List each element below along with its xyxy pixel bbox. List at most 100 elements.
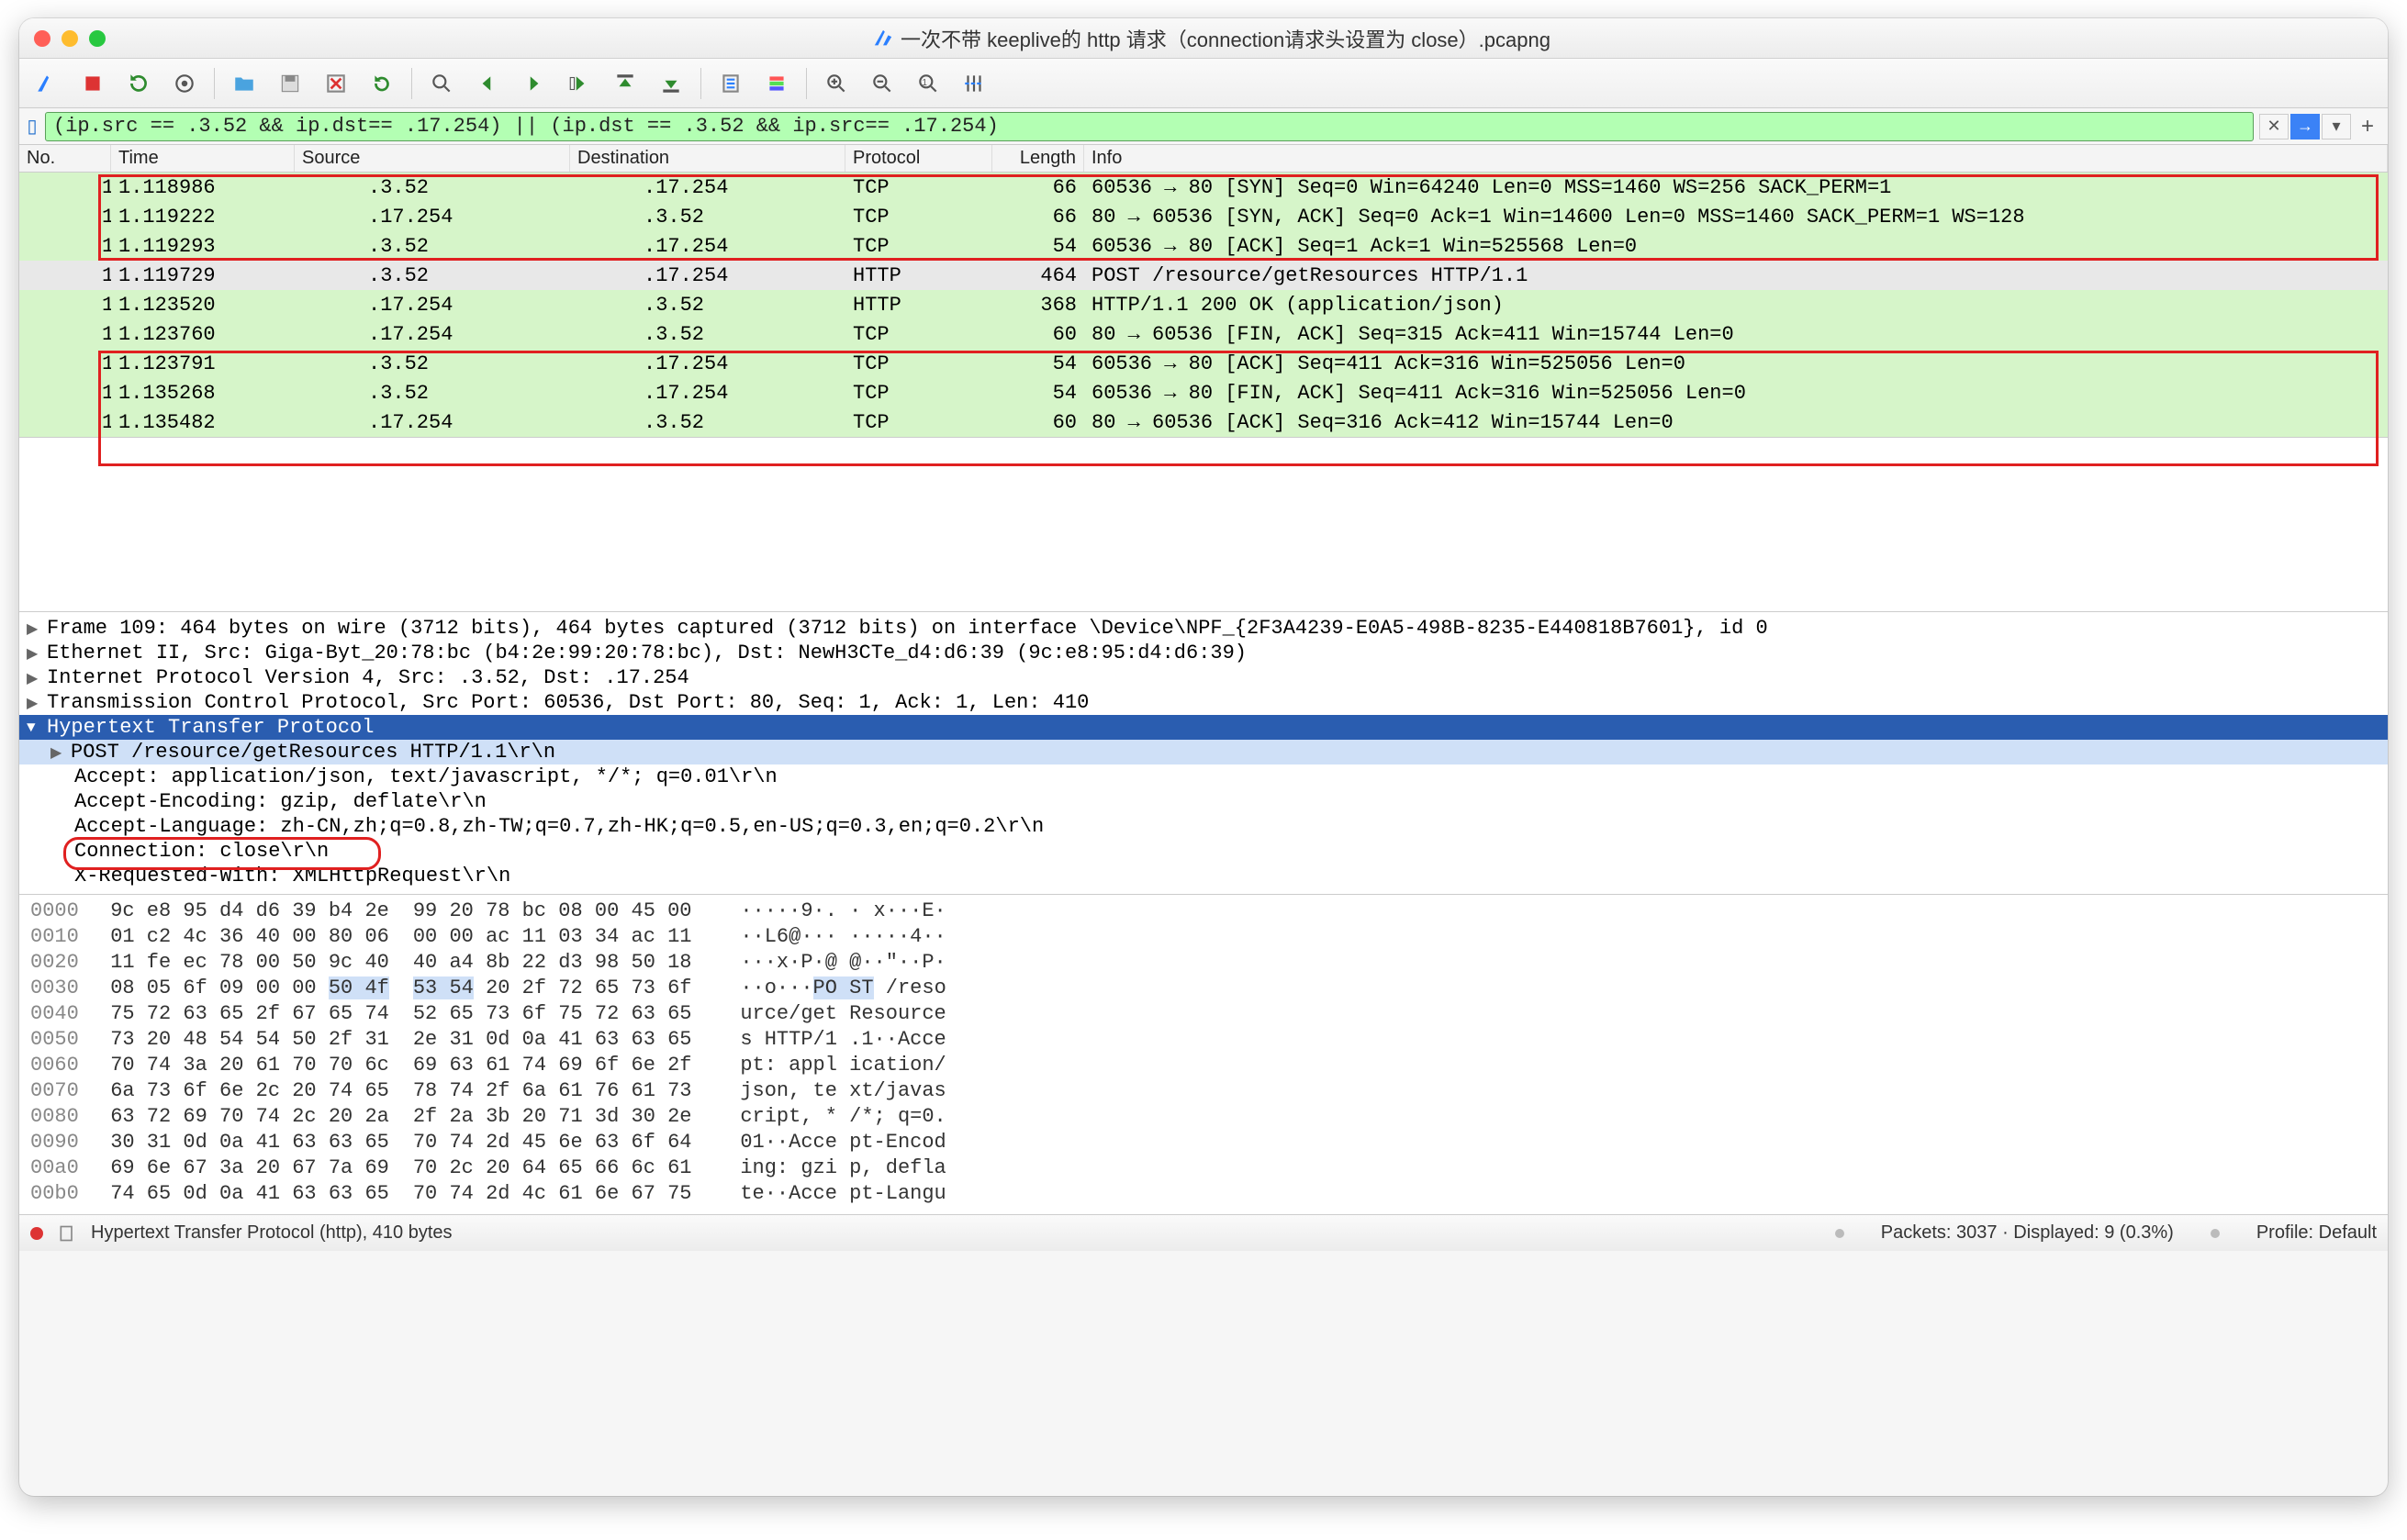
svg-text:1: 1 (923, 78, 927, 88)
status-profile[interactable]: Profile: Default (2256, 1222, 2377, 1244)
close-file-button[interactable] (316, 65, 356, 102)
close-icon[interactable] (34, 30, 50, 47)
detail-ip[interactable]: ▶Internet Protocol Version 4, Src: .3.52… (19, 665, 2388, 690)
status-bar: Hypertext Transfer Protocol (http), 410 … (19, 1214, 2388, 1251)
table-row[interactable]: 1211.135482.17.254.3.52TCP6080 → 60536 [… (19, 407, 2388, 437)
detail-http-accept-encoding[interactable]: Accept-Encoding: gzip, deflate\r\n (19, 789, 2388, 814)
autoscroll-button[interactable] (711, 65, 751, 102)
table-row[interactable]: 1121.123791.3.52.17.254TCP5460536 → 80 [… (19, 349, 2388, 378)
hex-row[interactable]: 0090 30 31 0d 0a 41 63 63 6570 74 2d 45 … (30, 1130, 2377, 1155)
reload-icon (370, 72, 394, 95)
status-dot-icon (1835, 1229, 1844, 1238)
filter-bar: ▯ (ip.src == .3.52 && ip.dst== .17.254) … (19, 108, 2388, 145)
capture-options-button[interactable] (164, 65, 205, 102)
last-packet-button[interactable] (651, 65, 691, 102)
clear-filter-button[interactable]: ✕ (2259, 114, 2289, 139)
packet-list-empty (19, 438, 2388, 612)
zoom-reset-icon: 1 (916, 72, 940, 95)
main-toolbar: 1 (19, 59, 2388, 108)
goto-packet-button[interactable] (559, 65, 599, 102)
go-back-button[interactable] (467, 65, 508, 102)
titlebar[interactable]: 一次不带 keeplive的 http 请求（connection请求头设置为 … (19, 18, 2388, 59)
packet-details-pane[interactable]: ▶Frame 109: 464 bytes on wire (3712 bits… (19, 612, 2388, 895)
display-filter-input[interactable]: (ip.src == .3.52 && ip.dst== .17.254) ||… (45, 112, 2254, 141)
detail-frame[interactable]: ▶Frame 109: 464 bytes on wire (3712 bits… (19, 616, 2388, 641)
reload-button[interactable] (362, 65, 402, 102)
table-row[interactable]: 1201.135268.3.52.17.254TCP5460536 → 80 [… (19, 378, 2388, 407)
hex-row[interactable]: 0070 6a 73 6f 6e 2c 20 74 6578 74 2f 6a … (30, 1078, 2377, 1104)
detail-http-accept[interactable]: Accept: application/json, text/javascrip… (19, 764, 2388, 789)
hex-row[interactable]: 0000 9c e8 95 d4 d6 39 b4 2e99 20 78 bc … (30, 898, 2377, 924)
table-row[interactable]: 1101.123520.17.254.3.52HTTP368HTTP/1.1 2… (19, 290, 2388, 319)
stop-icon (81, 72, 105, 95)
minimize-icon[interactable] (62, 30, 78, 47)
collapse-icon[interactable]: ▼ (27, 720, 47, 736)
detail-http-x-requested-with[interactable]: X-Requested-With: XMLHttpRequest\r\n (19, 864, 2388, 888)
colorize-button[interactable] (756, 65, 797, 102)
col-info[interactable]: Info (1084, 145, 2388, 172)
hex-row[interactable]: 0050 73 20 48 54 54 50 2f 312e 31 0d 0a … (30, 1027, 2377, 1053)
expand-icon[interactable]: ▶ (27, 669, 47, 687)
packet-list-body[interactable]: 1061.118986.3.52.17.254TCP6660536 → 80 [… (19, 173, 2388, 437)
shark-fin-icon (35, 72, 59, 95)
zoom-reset-button[interactable]: 1 (908, 65, 948, 102)
detail-ethernet[interactable]: ▶Ethernet II, Src: Giga-Byt_20:78:bc (b4… (19, 641, 2388, 665)
apply-filter-button[interactable]: → (2290, 114, 2320, 139)
table-row[interactable]: 1071.119222.17.254.3.52TCP6680 → 60536 [… (19, 202, 2388, 231)
save-button[interactable] (270, 65, 310, 102)
capture-file-icon[interactable] (58, 1224, 76, 1243)
save-icon (278, 72, 302, 95)
find-button[interactable] (421, 65, 462, 102)
zoom-out-button[interactable] (862, 65, 902, 102)
col-no[interactable]: No. (19, 145, 111, 172)
packet-list-pane[interactable]: No. Time Source Destination Protocol Len… (19, 145, 2388, 438)
restart-capture-button[interactable] (118, 65, 159, 102)
resize-columns-button[interactable] (954, 65, 994, 102)
expand-icon[interactable]: ▶ (27, 694, 47, 712)
zoom-icon[interactable] (89, 30, 106, 47)
detail-http-accept-language[interactable]: Accept-Language: zh-CN,zh;q=0.8,zh-TW;q=… (19, 814, 2388, 839)
col-time[interactable]: Time (111, 145, 295, 172)
hex-row[interactable]: 0040 75 72 63 65 2f 67 65 7452 65 73 6f … (30, 1001, 2377, 1027)
close-file-icon (324, 72, 348, 95)
hex-row[interactable]: 0020 11 fe ec 78 00 50 9c 4040 a4 8b 22 … (30, 950, 2377, 976)
expand-icon[interactable]: ▶ (27, 644, 47, 663)
zoom-in-button[interactable] (816, 65, 856, 102)
autoscroll-icon (719, 72, 743, 95)
table-row[interactable]: 1111.123760.17.254.3.52TCP6080 → 60536 [… (19, 319, 2388, 349)
goto-icon (567, 72, 591, 95)
packet-list-header[interactable]: No. Time Source Destination Protocol Len… (19, 145, 2388, 173)
table-row[interactable]: 1081.119293.3.52.17.254TCP5460536 → 80 [… (19, 231, 2388, 261)
table-row[interactable]: 1061.118986.3.52.17.254TCP6660536 → 80 [… (19, 173, 2388, 202)
open-file-button[interactable] (224, 65, 264, 102)
hex-row[interactable]: 0010 01 c2 4c 36 40 00 80 0600 00 ac 11 … (30, 924, 2377, 950)
detail-http-post[interactable]: ▶POST /resource/getResources HTTP/1.1\r\… (19, 740, 2388, 764)
table-row[interactable]: 1091.119729.3.52.17.254HTTP464POST /reso… (19, 261, 2388, 290)
detail-http[interactable]: ▼Hypertext Transfer Protocol (19, 715, 2388, 740)
start-capture-button[interactable] (27, 65, 67, 102)
filter-bookmark-icon[interactable]: ▯ (19, 115, 45, 138)
go-forward-button[interactable] (513, 65, 554, 102)
expand-icon[interactable]: ▶ (27, 619, 47, 638)
packet-bytes-pane[interactable]: 0000 9c e8 95 d4 d6 39 b4 2e99 20 78 bc … (19, 895, 2388, 1214)
expert-info-icon[interactable] (30, 1227, 43, 1240)
hex-row[interactable]: 0030 08 05 6f 09 00 00 50 4f53 54 20 2f … (30, 976, 2377, 1001)
window-controls (34, 30, 106, 47)
expand-icon[interactable]: ▶ (50, 743, 71, 762)
filter-history-button[interactable]: ▾ (2322, 114, 2351, 139)
hex-row[interactable]: 00a0 69 6e 67 3a 20 67 7a 6970 2c 20 64 … (30, 1155, 2377, 1181)
status-dot-icon (2211, 1229, 2220, 1238)
hex-row[interactable]: 0080 63 72 69 70 74 2c 20 2a2f 2a 3b 20 … (30, 1104, 2377, 1130)
detail-http-connection[interactable]: Connection: close\r\n (19, 839, 2388, 864)
detail-tcp[interactable]: ▶Transmission Control Protocol, Src Port… (19, 690, 2388, 715)
stop-capture-button[interactable] (73, 65, 113, 102)
hex-row[interactable]: 0060 70 74 3a 20 61 70 70 6c69 63 61 74 … (30, 1053, 2377, 1078)
col-protocol[interactable]: Protocol (845, 145, 992, 172)
columns-icon (962, 72, 986, 95)
hex-row[interactable]: 00b0 74 65 0d 0a 41 63 63 6570 74 2d 4c … (30, 1181, 2377, 1207)
col-destination[interactable]: Destination (570, 145, 845, 172)
first-packet-button[interactable] (605, 65, 645, 102)
col-source[interactable]: Source (295, 145, 570, 172)
col-length[interactable]: Length (992, 145, 1084, 172)
add-filter-button[interactable]: + (2353, 114, 2382, 139)
